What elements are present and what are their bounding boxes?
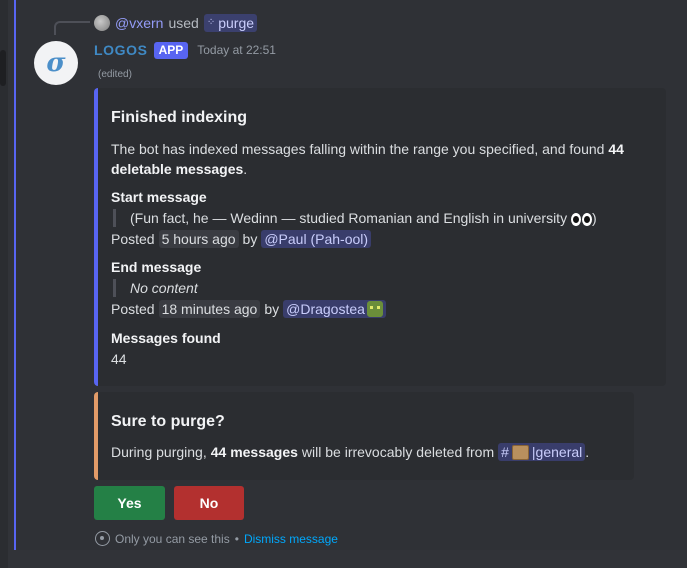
left-gutter [0,0,8,568]
ephemeral-footer: Only you can see this • Dismiss message [95,530,338,547]
message-header: LOGOS APP Today at 22:51 [94,41,276,59]
channel-hash-icon: # [501,444,509,460]
scroll-emoji-icon [511,444,529,460]
embed-title: Finished indexing [111,109,248,126]
indexing-embed: Finished indexing The bot has indexed me… [94,88,666,386]
app-badge: APP [153,41,189,59]
start-message-label: Start message [111,189,207,205]
end-message-quote: No content [113,279,198,297]
reply-context[interactable]: @vxern used ⁘ purge [94,13,258,33]
reply-username[interactable]: @vxern [115,15,163,31]
reply-avatar[interactable] [94,15,110,31]
sigma-logo-icon: σ [46,48,66,78]
command-chip[interactable]: ⁘ purge [203,14,258,32]
eye-icon [95,531,110,546]
embed-description: The bot has indexed messages falling wit… [111,141,624,177]
edited-label: (edited) [98,69,132,80]
confirm-embed: Sure to purge? During purging, 44 messag… [94,392,634,480]
bot-avatar[interactable]: σ [34,41,78,85]
end-posted-line: Posted 18 minutes ago by @Dragostea [111,300,386,318]
end-message-label: End message [111,259,202,275]
yes-button[interactable]: Yes [94,486,165,520]
confirm-title: Sure to purge? [111,413,225,430]
end-author-mention[interactable]: @Dragostea [283,300,386,318]
start-author-mention[interactable]: @Paul (Pah-ool) [261,230,372,248]
start-posted-line: Posted 5 hours ago by @Paul (Pah-ool) [111,230,372,248]
messages-found-value: 44 [111,351,127,367]
slash-command-icon: ⁘ [206,17,216,28]
no-button[interactable]: No [174,486,244,520]
dismiss-message-link[interactable]: Dismiss message [244,532,338,546]
reply-used-text: used [168,15,199,31]
end-time-chip[interactable]: 18 minutes ago [158,300,261,318]
start-time-chip[interactable]: 5 hours ago [158,230,239,248]
eyes-emoji-icon [570,212,592,226]
command-name: purge [218,15,255,31]
start-message-quote: (Fun fact, he — Wedinn — studied Romania… [113,209,597,227]
goblin-emoji-icon [366,301,383,317]
ephemeral-indicator-bar [14,0,16,550]
bot-name[interactable]: LOGOS [94,42,148,58]
messages-found-label: Messages found [111,330,221,346]
timestamp[interactable]: Today at 22:51 [197,43,276,57]
only-you-text: Only you can see this [115,531,230,546]
reply-spine [54,21,90,35]
channel-mention[interactable]: # |general [498,443,586,461]
scrollbar-thumb[interactable] [0,50,6,86]
confirm-text: During purging, 44 messages will be irre… [111,443,590,461]
